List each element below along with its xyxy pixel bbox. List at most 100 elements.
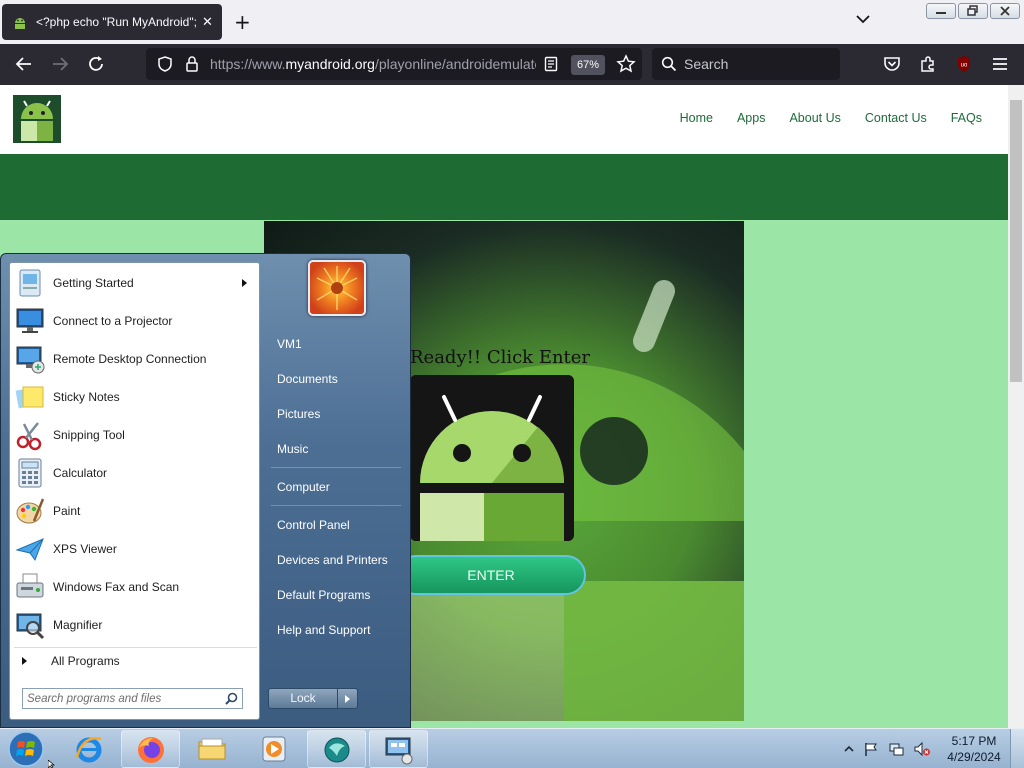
shutdown-options-arrow-icon[interactable] [337,689,357,708]
web-search-box[interactable]: Search [652,48,840,80]
close-icon [1000,6,1010,16]
program-label: Magnifier [53,618,103,632]
taskbar-internet-explorer[interactable] [60,730,119,768]
site-header: Home Apps About Us Contact Us FAQs [0,85,1008,154]
window-restore-button[interactable] [958,3,988,19]
clock-date: 4/29/2024 [947,750,1001,764]
tab-close-icon[interactable]: ✕ [202,15,213,30]
search-magnifier-icon[interactable] [225,692,238,705]
start-right-default-programs[interactable]: Default Programs [267,580,403,610]
xps-viewer-icon [15,538,44,562]
window-minimize-button[interactable] [926,3,956,19]
start-search-box[interactable] [22,688,243,709]
program-sticky-notes[interactable]: Sticky Notes [14,379,257,415]
start-right-devices-printers[interactable]: Devices and Printers [267,545,403,575]
browser-tab-active[interactable]: <?php echo "Run MyAndroid"; ✕ [2,4,222,40]
program-paint[interactable]: Paint [14,493,257,529]
zoom-level-badge[interactable]: 67% [571,55,605,75]
taskbar-clock[interactable]: 5:17 PM 4/29/2024 [944,733,1004,765]
back-arrow-icon[interactable] [14,54,34,74]
taskbar: 5:17 PM 4/29/2024 [0,728,1024,768]
bookmark-star-icon[interactable] [616,54,636,74]
reload-icon[interactable] [86,54,106,74]
program-magnifier[interactable]: Magnifier [14,607,257,643]
action-center-flag-icon[interactable] [863,741,879,757]
start-right-documents[interactable]: Documents [267,364,403,394]
network-icon[interactable] [888,741,904,757]
program-connect-projector[interactable]: Connect to a Projector [14,303,257,339]
start-search-input[interactable] [27,691,217,706]
windows-start-orb-icon[interactable] [6,730,46,768]
volume-muted-icon[interactable] [913,741,931,757]
system-tray [844,729,931,768]
clock-time: 5:17 PM [951,734,997,748]
all-programs-arrow-icon [22,657,27,665]
program-label: Remote Desktop Connection [53,352,207,366]
show-desktop-button[interactable] [1010,729,1024,768]
taskbar-windows-explorer[interactable] [183,730,242,768]
program-label: Snipping Tool [53,428,125,442]
start-right-music[interactable]: Music [267,434,403,464]
sticky-notes-icon [15,386,44,409]
new-tab-button[interactable]: + [234,10,251,34]
taskbar-app-teal[interactable] [307,730,366,768]
tab-title: <?php echo "Run MyAndroid"; [36,15,196,29]
start-right-control-panel[interactable]: Control Panel [267,510,403,540]
page-scrollbar-thumb[interactable] [1010,100,1022,382]
svg-text:uo: uo [961,63,968,69]
nav-contact-link[interactable]: Contact Us [865,111,927,125]
reader-view-icon[interactable] [544,56,558,72]
program-snipping-tool[interactable]: Snipping Tool [14,417,257,453]
lock-button[interactable]: Lock [268,688,358,709]
nav-apps-link[interactable]: Apps [737,111,766,125]
start-right-help-support[interactable]: Help and Support [267,615,403,645]
start-right-vm1[interactable]: VM1 [267,329,403,359]
hamburger-menu-icon[interactable] [990,54,1010,74]
nav-home-link[interactable]: Home [680,111,713,125]
url-text[interactable]: https://www.myandroid.org/playonline/and… [210,56,536,72]
web-search-placeholder: Search [684,56,729,72]
android-favicon-icon [12,14,28,30]
fax-scan-icon [16,573,44,598]
tracking-protection-shield-icon[interactable] [156,55,174,73]
start-menu: Getting Started Connect to a Projector R… [0,253,411,728]
submenu-arrow-icon[interactable] [242,279,247,287]
nav-faqs-link[interactable]: FAQs [951,111,982,125]
teal-globe-app-icon [324,737,350,763]
calculator-icon [18,458,42,488]
enter-button[interactable]: ENTER [396,555,586,595]
program-remote-desktop[interactable]: Remote Desktop Connection [14,341,257,377]
url-host: myandroid.org [285,56,375,72]
program-label: Windows Fax and Scan [53,580,180,594]
padlock-icon[interactable] [184,55,200,73]
nav-about-link[interactable]: About Us [789,111,840,125]
window-close-button[interactable] [990,3,1020,19]
program-label: Calculator [53,466,108,480]
program-xps-viewer[interactable]: XPS Viewer [14,531,257,567]
remote-desktop-icon [16,346,45,374]
ublock-origin-icon[interactable]: uo [954,54,974,74]
user-account-picture[interactable] [308,260,366,316]
extensions-puzzle-icon[interactable] [918,54,938,74]
start-right-computer[interactable]: Computer [267,472,403,502]
show-hidden-icons-icon[interactable] [844,744,854,754]
taskbar-media-player[interactable] [245,730,304,768]
folder-icon [198,738,226,760]
forward-arrow-icon[interactable] [50,54,70,74]
address-bar[interactable]: https://www.myandroid.org/playonline/and… [146,48,642,80]
start-right-pictures[interactable]: Pictures [267,399,403,429]
paint-icon [16,498,45,524]
taskbar-remote-app[interactable] [369,730,428,768]
firefox-icon [138,737,164,763]
ready-message: Ready!! Click Enter [410,347,591,368]
program-calculator[interactable]: Calculator [14,455,257,491]
myandroid-logo-icon[interactable] [13,95,61,143]
flower-avatar-icon [316,266,358,310]
program-label: Paint [53,504,81,518]
list-all-tabs-icon[interactable] [856,14,870,24]
taskbar-firefox[interactable] [121,730,180,768]
program-getting-started[interactable]: Getting Started [14,265,257,301]
pocket-icon[interactable] [882,54,902,74]
all-programs-button[interactable]: All Programs [18,651,120,671]
program-fax-scan[interactable]: Windows Fax and Scan [14,569,257,605]
